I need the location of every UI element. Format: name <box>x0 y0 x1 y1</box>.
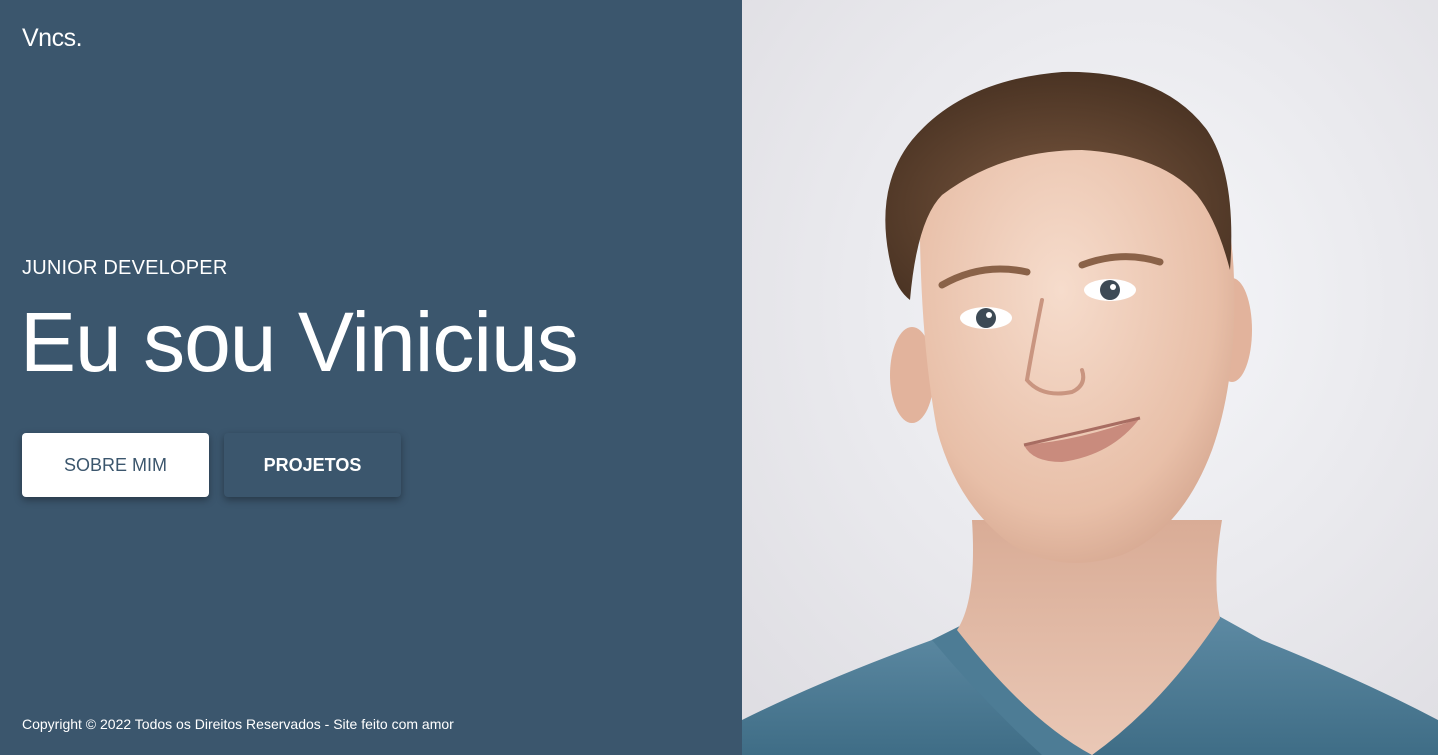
hero-subtitle: JUNIOR DEVELOPER <box>22 257 228 279</box>
about-me-button[interactable]: SOBRE MIM <box>22 433 209 497</box>
hero-panel: Vncs. JUNIOR DEVELOPER Eu sou Vinicius S… <box>0 0 742 755</box>
projects-button[interactable]: PROJETOS <box>224 433 401 497</box>
portrait-panel <box>742 0 1438 755</box>
footer-copyright: Copyright © 2022 Todos os Direitos Reser… <box>22 716 454 732</box>
landing-page: Vncs. JUNIOR DEVELOPER Eu sou Vinicius S… <box>0 0 1438 755</box>
logo-link[interactable]: Vncs. <box>22 24 83 53</box>
hero-headline: Eu sou Vinicius <box>20 295 579 389</box>
person-portrait-photo <box>742 0 1438 755</box>
